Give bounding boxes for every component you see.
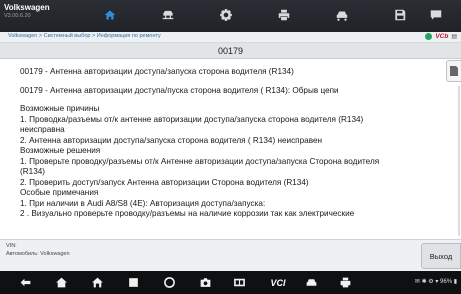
car-lift-icon [162,10,174,20]
printer-nav-button[interactable] [338,276,352,289]
home-icon [104,10,116,20]
back-button[interactable] [18,276,32,289]
connection-status-icon [425,33,433,40]
home-nav-button[interactable] [54,276,68,289]
scrollbar[interactable] [458,86,460,236]
vehicle-button[interactable] [316,2,368,28]
content-line: Возможные решения [20,146,101,155]
content-line: Возможные причины [20,104,100,113]
vin-label: VIN: [6,243,17,249]
repair-info-content: 00179 - Антенна авторизации доступа/запу… [0,59,446,239]
vci-manager-button[interactable] [232,276,246,289]
content-line [20,96,432,104]
save-icon [395,9,406,21]
settings-icon [220,9,232,21]
chat-button[interactable] [410,2,461,28]
content-line: 2 . Визуально проверьте проводку/разъемы… [20,209,355,218]
vci-manager-icon [233,278,245,287]
breadcrumb[interactable]: Volkswagen > Системный выбор > Информаци… [8,33,161,39]
back-arrow-icon [20,278,30,287]
screen: Volkswagen V3.00.6.20 Volkswagen > Систе… [0,0,461,294]
content-line: 2. Проверить доступ/запуск Антенна автор… [20,177,309,187]
dtc-title-bar: 00179 [0,43,461,59]
content-line: 2. Антенна авторизации доступа/запуска с… [20,135,323,145]
breadcrumb-row: Volkswagen > Системный выбор > Информаци… [0,32,461,43]
content-line: (R134) [20,167,46,176]
vci-button[interactable]: VCI [268,276,288,289]
vci-status: VCb ▤ [425,33,457,40]
print-icon [278,9,290,21]
content-line: неисправна [20,125,65,134]
content-line: 1. Проверьте проводку/разъемы от/к Антен… [20,156,380,166]
recent-apps-button[interactable] [126,276,140,289]
content-line: 1. Проводка/разъемы от/к антенне авториз… [20,114,364,124]
camera-icon [200,278,210,287]
printer-icon [340,277,350,288]
car-icon [336,11,348,21]
chat-icon [430,10,442,20]
content-line [20,78,432,86]
app-version: V3.00.6.20 [4,13,31,19]
vci-nav-label: VCI [270,277,286,288]
top-toolbar: Volkswagen V3.00.6.20 [0,0,461,32]
footer-bar: VIN: Автомобиль: Volkswagen Выход [0,239,461,271]
content-line: 00179 - Антенна авторизации доступа/пуск… [20,85,339,95]
house-icon [55,277,67,288]
square-icon [128,278,138,287]
vci-label: VCb [435,33,449,40]
content-line: Особые примечания [20,188,99,197]
document-icon[interactable]: ▤ [451,33,457,40]
content-line: 00179 - Антенна авторизации доступа/запу… [20,67,294,76]
document-list-icon [450,66,458,76]
browser-button[interactable] [162,276,176,289]
android-navigation-bar: VCI ✉ ✱ ⚙ ▾ 96% ▮ [0,271,461,294]
remote-car-button[interactable] [304,276,318,289]
settings-button[interactable] [200,2,252,28]
system-status: ✉ ✱ ⚙ ▾ 96% ▮ [414,279,457,285]
dtc-code-title: 00179 [217,46,244,56]
car-remote-icon [306,279,316,286]
camera-button[interactable] [198,276,212,289]
brand-name: Volkswagen [4,3,50,12]
car-lift-button[interactable] [142,2,194,28]
content-line: 1. При наличии в Audi A8/S8 (4E): Автори… [20,198,266,208]
print-button[interactable] [258,2,310,28]
home-button[interactable] [84,2,136,28]
globe-icon [163,277,175,288]
brand-block: Volkswagen V3.00.6.20 [4,3,74,31]
exit-button[interactable]: Выход [421,243,461,269]
home-outline-button[interactable] [90,276,104,289]
house-outline-icon [91,277,103,288]
vehicle-label: Автомобиль: Volkswagen [6,251,70,257]
side-menu-button[interactable] [446,60,461,82]
